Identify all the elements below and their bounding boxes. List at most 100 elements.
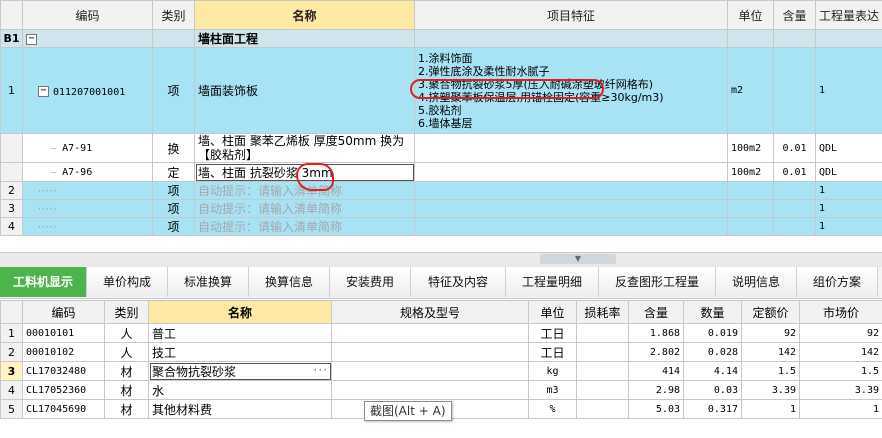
- auto-category[interactable]: 项: [152, 181, 195, 200]
- quota-qty-expr[interactable]: QDL: [815, 162, 882, 182]
- resource-loss[interactable]: [576, 323, 629, 343]
- resource-content[interactable]: 2.98: [628, 380, 684, 400]
- auto-qty-expr[interactable]: 1: [815, 199, 882, 218]
- quota-content[interactable]: 0.01: [773, 162, 816, 182]
- resource-name[interactable]: 普工: [148, 323, 332, 343]
- resource-spec[interactable]: [331, 361, 529, 381]
- quota-row[interactable]: — A7-91 换 墙、柱面 聚苯乙烯板 厚度50mm 换为【胶粘剂】 100m…: [0, 133, 882, 163]
- col-header-unit[interactable]: 单位: [528, 300, 577, 324]
- resource-market-price[interactable]: 142: [799, 342, 882, 362]
- ellipsis-button[interactable]: ···: [314, 363, 328, 377]
- item-name[interactable]: 墙面装饰板: [194, 47, 415, 134]
- col-header-loss-rate[interactable]: 损耗率: [576, 300, 629, 324]
- quota-qty-expr[interactable]: QDL: [815, 133, 882, 163]
- col-header-spec[interactable]: 规格及型号: [331, 300, 529, 324]
- bill-item-row[interactable]: 1 −011207001001 项 墙面装饰板 1.涂料饰面 2.弹性底涂及柔性…: [0, 47, 882, 134]
- resource-market-price[interactable]: 1.5: [799, 361, 882, 381]
- resource-content[interactable]: 414: [628, 361, 684, 381]
- auto-qty-expr[interactable]: 1: [815, 181, 882, 200]
- empty-bill-row[interactable]: 2 ····· 项 自动提示：请输入清单简称 1: [0, 181, 882, 200]
- quota-name-editing[interactable]: 墙、柱面 抗裂砂浆 3mm: [194, 162, 415, 182]
- resource-market-price[interactable]: 92: [799, 323, 882, 343]
- resource-loss[interactable]: [576, 361, 629, 381]
- col-header-name[interactable]: 名称: [194, 0, 415, 30]
- resource-category[interactable]: 材: [104, 399, 149, 419]
- resource-code[interactable]: 00010102: [22, 342, 105, 362]
- item-qty-expr[interactable]: 1: [815, 47, 882, 134]
- col-header-category[interactable]: 类别: [152, 0, 195, 30]
- quota-name[interactable]: 墙、柱面 聚苯乙烯板 厚度50mm 换为【胶粘剂】: [194, 133, 415, 163]
- resource-category[interactable]: 人: [104, 342, 149, 362]
- collapse-toggle-icon[interactable]: −: [38, 85, 49, 97]
- pane-splitter[interactable]: ▼: [0, 252, 882, 268]
- col-header-content[interactable]: 含量: [628, 300, 684, 324]
- empty-bill-row[interactable]: 3 ····· 项 自动提示：请输入清单简称 1: [0, 199, 882, 218]
- resource-row[interactable]: 1 00010101 人 普工 工日 1.868 0.019 92 92: [0, 323, 882, 343]
- col-header-code[interactable]: 编码: [22, 0, 153, 30]
- resource-spec[interactable]: [331, 342, 529, 362]
- tab-reverse-graphic-quantity[interactable]: 反查图形工程量: [599, 267, 716, 297]
- quota-unit[interactable]: 100m2: [727, 133, 774, 163]
- resource-content[interactable]: 1.868: [628, 323, 684, 343]
- quota-unit[interactable]: 100m2: [727, 162, 774, 182]
- quota-category[interactable]: 换: [152, 133, 195, 163]
- resource-unit[interactable]: m3: [528, 380, 577, 400]
- auto-hint[interactable]: 自动提示：请输入清单简称: [194, 217, 415, 236]
- resource-name[interactable]: 其他材料费: [148, 399, 332, 419]
- tab-quantity-detail[interactable]: 工程量明细: [506, 267, 599, 297]
- col-header-quantity[interactable]: 数量: [683, 300, 742, 324]
- item-category[interactable]: 项: [152, 47, 195, 134]
- resource-unit[interactable]: 工日: [528, 323, 577, 343]
- tab-installation-fee[interactable]: 安装费用: [330, 267, 411, 297]
- resource-category[interactable]: 材: [104, 380, 149, 400]
- splitter-grip-icon[interactable]: ▼: [540, 254, 616, 264]
- col-header-qty-expr[interactable]: 工程量表达: [815, 0, 882, 30]
- resource-spec[interactable]: [331, 323, 529, 343]
- col-header-content[interactable]: 含量: [773, 0, 816, 30]
- resource-name[interactable]: 水: [148, 380, 332, 400]
- resource-category[interactable]: 材: [104, 361, 149, 381]
- resource-name[interactable]: 技工: [148, 342, 332, 362]
- col-header-code[interactable]: 编码: [22, 300, 105, 324]
- col-header-name[interactable]: 名称: [148, 300, 332, 324]
- tab-pricing-scheme[interactable]: 组价方案: [797, 267, 878, 297]
- resource-spec[interactable]: [331, 380, 529, 400]
- resource-loss[interactable]: [576, 399, 629, 419]
- section-row[interactable]: B1 − 墙柱面工程: [0, 29, 882, 48]
- col-header-market-price[interactable]: 市场价: [799, 300, 882, 324]
- quota-content[interactable]: 0.01: [773, 133, 816, 163]
- quota-code-cell[interactable]: — A7-91: [22, 133, 153, 163]
- resource-code[interactable]: CL17052360: [22, 380, 105, 400]
- empty-bill-row[interactable]: 4 ····· 项 自动提示：请输入清单简称 1: [0, 217, 882, 236]
- quota-category[interactable]: 定: [152, 162, 195, 182]
- resource-market-price[interactable]: 1: [799, 399, 882, 419]
- col-header-category[interactable]: 类别: [104, 300, 149, 324]
- resource-row-selected[interactable]: 3 CL17032480 材 聚合物抗裂砂浆 ··· kg 414 4.14 1.…: [0, 361, 882, 381]
- resource-loss[interactable]: [576, 380, 629, 400]
- resource-code[interactable]: 00010101: [22, 323, 105, 343]
- col-header-features[interactable]: 项目特征: [414, 0, 728, 30]
- resource-market-price[interactable]: 3.39: [799, 380, 882, 400]
- tab-unit-price-composition[interactable]: 单价构成: [87, 267, 168, 297]
- tab-labor-material-machine[interactable]: 工料机显示: [0, 267, 87, 297]
- resource-code[interactable]: CL17032480: [22, 361, 105, 381]
- resource-loss[interactable]: [576, 342, 629, 362]
- auto-hint[interactable]: 自动提示：请输入清单简称: [194, 199, 415, 218]
- section-code-cell[interactable]: −: [22, 29, 153, 48]
- item-code-cell[interactable]: −011207001001: [22, 47, 153, 134]
- tab-features-content[interactable]: 特征及内容: [411, 267, 506, 297]
- tab-description[interactable]: 说明信息: [716, 267, 797, 297]
- resource-unit[interactable]: %: [528, 399, 577, 419]
- auto-qty-expr[interactable]: 1: [815, 217, 882, 236]
- resource-name-editing[interactable]: 聚合物抗裂砂浆 ···: [148, 361, 332, 381]
- resource-row[interactable]: 2 00010102 人 技工 工日 2.802 0.028 142 142: [0, 342, 882, 362]
- resource-unit[interactable]: kg: [528, 361, 577, 381]
- collapse-toggle-icon[interactable]: −: [26, 33, 37, 45]
- resource-content[interactable]: 2.802: [628, 342, 684, 362]
- auto-category[interactable]: 项: [152, 199, 195, 218]
- quota-row-selected[interactable]: — A7-96 定 墙、柱面 抗裂砂浆 3mm 100m2 0.01 QDL: [0, 162, 882, 182]
- auto-category[interactable]: 项: [152, 217, 195, 236]
- tab-standard-conversion[interactable]: 标准换算: [168, 267, 249, 297]
- tab-conversion-info[interactable]: 换算信息: [249, 267, 330, 297]
- resource-code[interactable]: CL17045690: [22, 399, 105, 419]
